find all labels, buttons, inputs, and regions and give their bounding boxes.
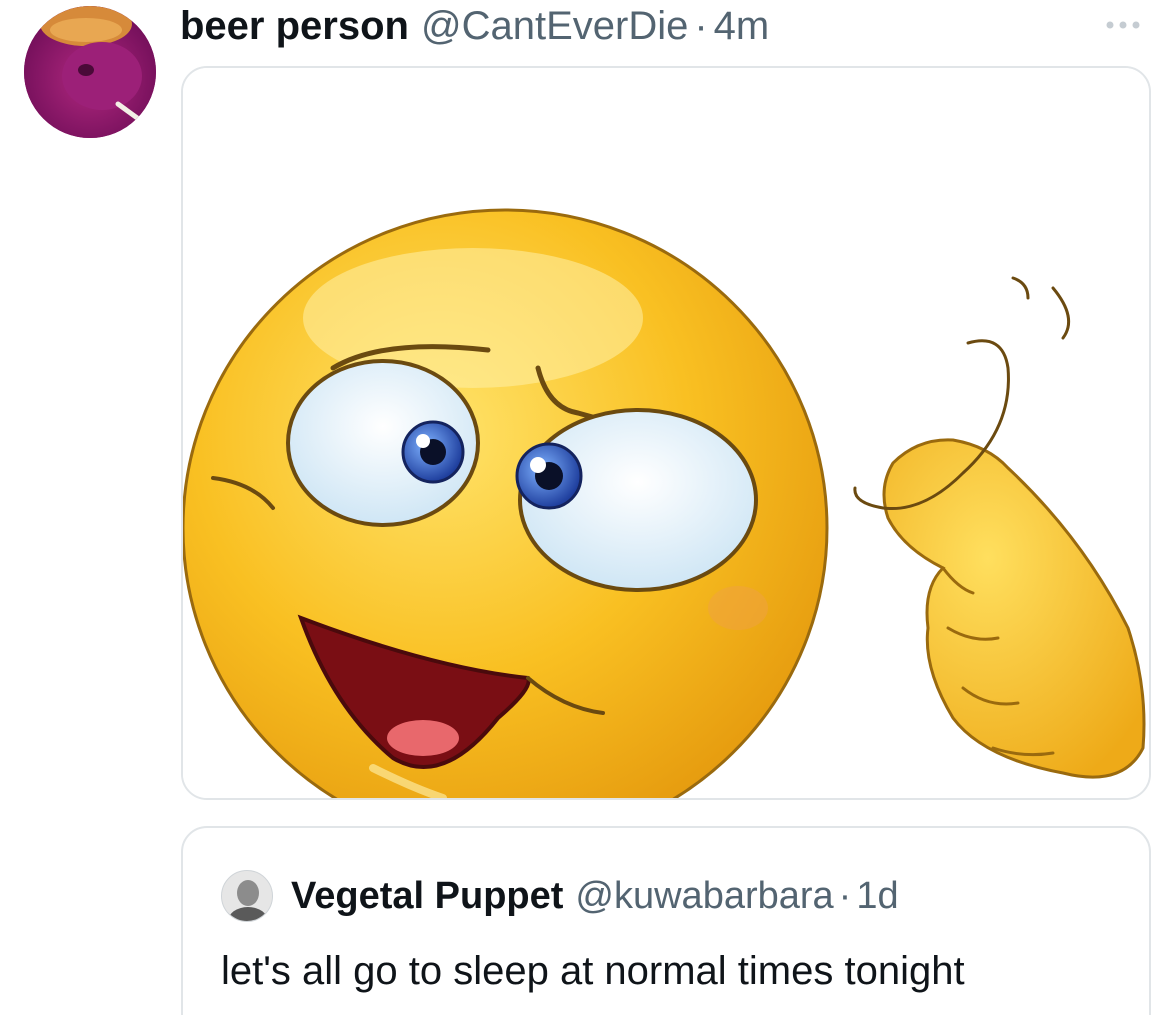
avatar[interactable] [24, 6, 156, 138]
quoted-avatar[interactable] [221, 870, 273, 922]
ellipsis-icon [1106, 21, 1140, 29]
quoted-user-handle[interactable]: @kuwabarbara [575, 872, 833, 920]
thinking-emoji-illustration [183, 68, 1149, 798]
quoted-avatar-image [222, 871, 272, 921]
quoted-tweet[interactable]: Vegetal Puppet @kuwabarbara · 1d let's a… [181, 826, 1151, 1015]
quoted-tweet-text: let's all go to sleep at normal times to… [221, 949, 965, 993]
user-handle[interactable]: @CantEverDie [421, 2, 688, 50]
tweet-header: beer person @CantEverDie · 4m [180, 2, 769, 50]
quoted-display-name[interactable]: Vegetal Puppet [291, 872, 563, 920]
timestamp[interactable]: 4m [714, 2, 770, 50]
quoted-tweet-header: Vegetal Puppet @kuwabarbara · 1d [291, 872, 899, 920]
quoted-timestamp[interactable]: 1d [856, 872, 898, 920]
more-options-button[interactable] [1096, 10, 1150, 40]
display-name[interactable]: beer person [180, 2, 409, 50]
separator-dot: · [694, 4, 708, 48]
tweet: beer person @CantEverDie · 4m Vegetal Pu… [0, 0, 1170, 1015]
quoted-separator-dot: · [838, 875, 852, 917]
avatar-image [24, 6, 156, 138]
tweet-media-image[interactable] [181, 66, 1151, 800]
